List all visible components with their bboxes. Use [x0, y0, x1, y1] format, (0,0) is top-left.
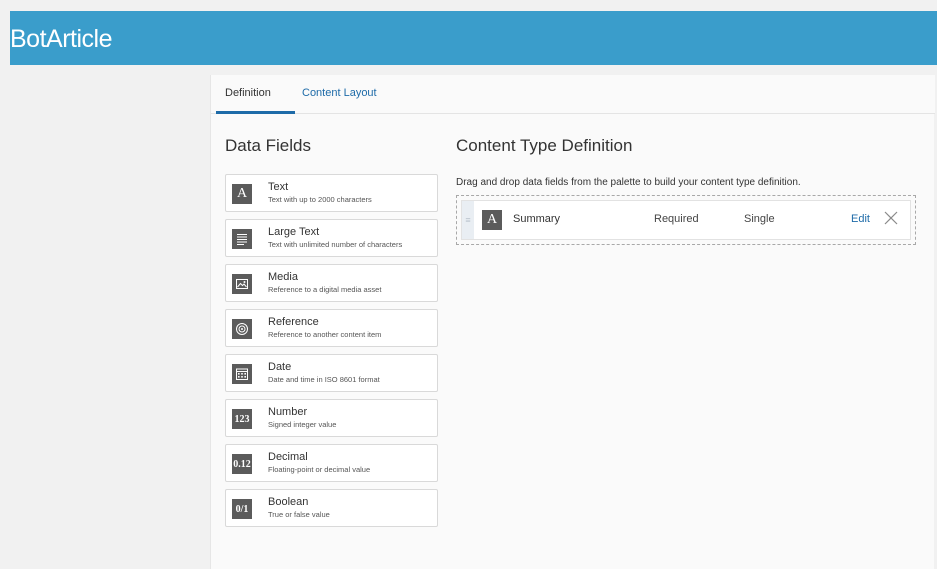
top-strip — [0, 0, 937, 11]
field-name: Decimal — [268, 451, 308, 463]
text-icon: A — [482, 210, 502, 230]
field-card-reference[interactable]: Reference Reference to another content i… — [225, 309, 438, 347]
content-type-definition-title: Content Type Definition — [456, 136, 633, 155]
app-header: BotArticle — [10, 11, 937, 65]
field-name: Media — [268, 271, 298, 283]
definition-drop-zone[interactable]: ≡ A Summary Required Single Edit — [456, 195, 916, 245]
media-icon — [232, 274, 252, 294]
field-card-number[interactable]: 123 Number Signed integer value — [225, 399, 438, 437]
field-description: Floating-point or decimal value — [268, 465, 371, 474]
definition-instructions: Drag and drop data fields from the palet… — [456, 177, 801, 188]
tab-content-layout[interactable]: Content Layout — [302, 87, 377, 99]
data-fields-title: Data Fields — [225, 136, 311, 155]
large-text-icon — [232, 229, 252, 249]
drag-handle-icon[interactable]: ≡ — [462, 201, 474, 239]
field-card-decimal[interactable]: 0.12 Decimal Floating-point or decimal v… — [225, 444, 438, 482]
active-tab-indicator — [216, 111, 295, 114]
field-card-large-text[interactable]: Large Text Text with unlimited number of… — [225, 219, 438, 257]
remove-field-close-icon[interactable] — [882, 209, 900, 227]
field-row-name: Summary — [513, 213, 561, 225]
definition-row-summary[interactable]: ≡ A Summary Required Single Edit — [461, 200, 911, 240]
field-row-multiplicity: Single — [744, 213, 775, 225]
field-description: Date and time in ISO 8601 format — [268, 375, 380, 384]
number-icon: 123 — [232, 409, 252, 429]
field-name: Number — [268, 406, 308, 418]
app-title: BotArticle — [10, 25, 112, 53]
tab-bar: Definition Content Layout — [211, 75, 935, 114]
field-description: Reference to a digital media asset — [268, 285, 382, 294]
edit-field-link[interactable]: Edit — [851, 213, 870, 225]
date-icon — [232, 364, 252, 384]
tab-definition[interactable]: Definition — [225, 87, 271, 99]
reference-icon — [232, 319, 252, 339]
field-name: Reference — [268, 316, 319, 328]
field-description: Signed integer value — [268, 420, 337, 429]
field-description: Reference to another content item — [268, 330, 382, 339]
field-name: Text — [268, 181, 289, 193]
field-name: Large Text — [268, 226, 320, 238]
boolean-icon: 0/1 — [232, 499, 252, 519]
field-card-media[interactable]: Media Reference to a digital media asset — [225, 264, 438, 302]
field-card-boolean[interactable]: 0/1 Boolean True or false value — [225, 489, 438, 527]
field-name: Boolean — [268, 496, 309, 508]
field-name: Date — [268, 361, 292, 373]
field-row-required: Required — [654, 213, 699, 225]
editor-panel: Definition Content Layout Data Fields Co… — [210, 75, 935, 569]
text-icon: A — [232, 184, 252, 204]
field-card-text[interactable]: A Text Text with up to 2000 characters — [225, 174, 438, 212]
field-description: Text with up to 2000 characters — [268, 195, 372, 204]
field-card-date[interactable]: Date Date and time in ISO 8601 format — [225, 354, 438, 392]
field-description: Text with unlimited number of characters — [268, 240, 403, 249]
field-description: True or false value — [268, 510, 330, 519]
decimal-icon: 0.12 — [232, 454, 252, 474]
